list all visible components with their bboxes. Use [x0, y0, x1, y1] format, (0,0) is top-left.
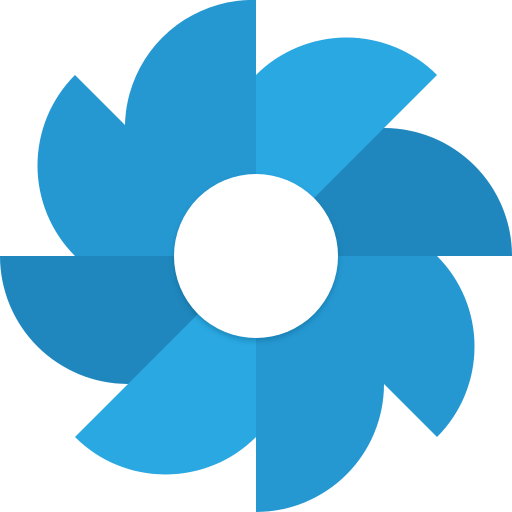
pinwheel-logo — [0, 0, 512, 512]
pinwheel-logo-icon — [0, 0, 512, 512]
hub-circle — [174, 174, 338, 338]
